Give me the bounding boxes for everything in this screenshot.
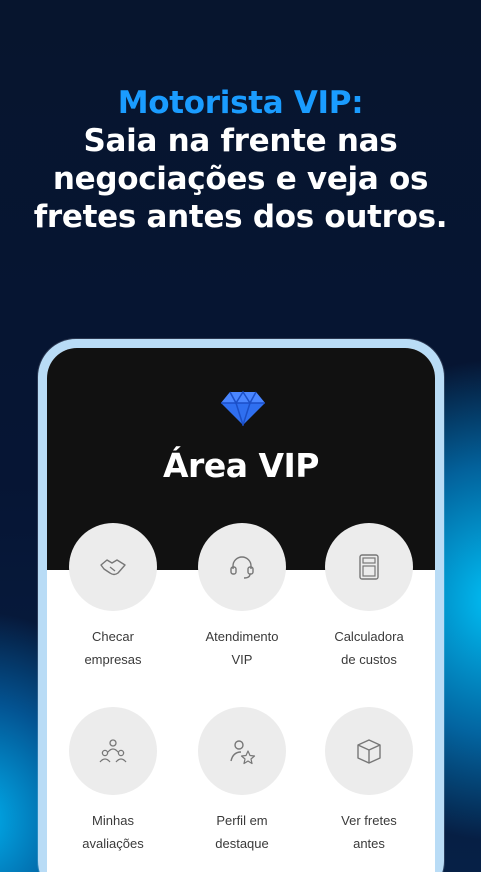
tile-calculadora-custos[interactable]: Calculadora de custos	[305, 523, 433, 671]
profile-star-icon	[228, 737, 256, 765]
promo-canvas: Motorista VIP: Saia na frente nas negoci…	[0, 0, 481, 872]
people-rating-icon	[98, 738, 128, 764]
headline-line-1: Saia na frente nas	[83, 123, 398, 159]
tile-ver-fretes-antes[interactable]: Ver fretes antes	[305, 707, 433, 855]
tile-label: Calculadora de custos	[334, 629, 404, 667]
tile-circle	[325, 707, 413, 795]
phone-mockup: Área VIP Checar empresas Atendimento VIP…	[38, 339, 444, 872]
area-vip-title: Área VIP	[163, 446, 319, 485]
diamond-icon	[220, 390, 266, 426]
headset-icon	[228, 553, 256, 581]
tile-circle	[69, 707, 157, 795]
handshake-icon	[98, 556, 128, 578]
tile-label: Perfil em destaque	[215, 813, 269, 851]
tile-minhas-avaliacoes[interactable]: Minhas avaliações	[49, 707, 177, 855]
box-icon	[355, 737, 383, 765]
tile-checar-empresas[interactable]: Checar empresas	[49, 523, 177, 671]
tile-circle	[198, 523, 286, 611]
headline-accent: Motorista VIP:	[117, 85, 364, 121]
promo-headline: Motorista VIP: Saia na frente nas negoci…	[0, 84, 481, 236]
tile-label: Minhas avaliações	[82, 813, 144, 851]
tile-label: Atendimento VIP	[205, 629, 279, 667]
tile-perfil-destaque[interactable]: Perfil em destaque	[178, 707, 306, 855]
tile-label: Checar empresas	[84, 629, 142, 667]
tile-atendimento-vip[interactable]: Atendimento VIP	[178, 523, 306, 671]
headline-line-3: fretes antes dos outros.	[33, 199, 448, 235]
tile-circle	[69, 523, 157, 611]
phone-screen: Área VIP Checar empresas Atendimento VIP…	[47, 348, 435, 872]
calculator-icon	[358, 553, 380, 581]
tile-circle	[325, 523, 413, 611]
tile-circle	[198, 707, 286, 795]
tile-label: Ver fretes antes	[341, 813, 397, 851]
headline-line-2: negociações e veja os	[52, 161, 429, 197]
